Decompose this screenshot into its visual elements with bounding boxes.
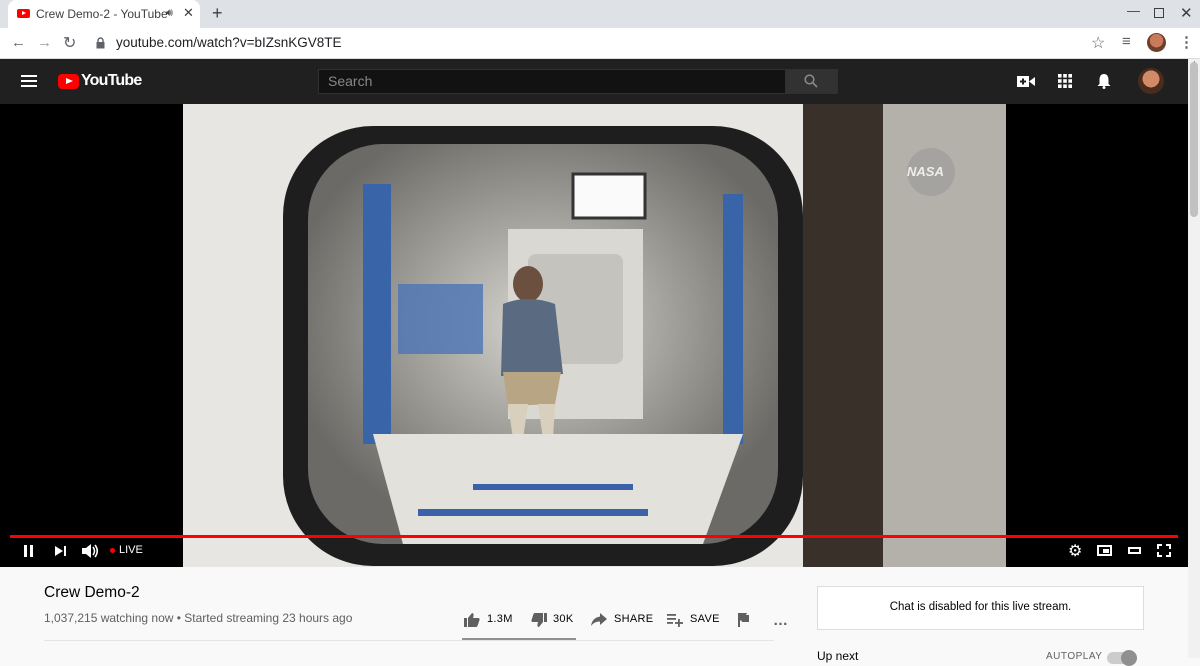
divider — [44, 640, 774, 641]
pause-icon[interactable] — [24, 545, 27, 557]
scrollbar-thumb[interactable] — [1190, 62, 1198, 217]
next-video-icon[interactable] — [55, 545, 67, 557]
hamburger-menu-icon[interactable] — [21, 75, 37, 77]
video-view-info: 1,037,215 watching now • Started streami… — [44, 611, 353, 625]
lock-icon — [96, 37, 105, 49]
search-input[interactable] — [318, 69, 786, 94]
share-button[interactable]: SHARE — [614, 613, 653, 625]
bookmark-star-icon[interactable]: ☆ — [1091, 33, 1105, 53]
url-text[interactable]: youtube.com/watch?v=bIZsnKGV8TE — [116, 35, 342, 50]
live-label[interactable]: LIVE — [119, 544, 143, 556]
youtube-logo-icon[interactable] — [58, 74, 79, 89]
video-scene-image — [183, 104, 1006, 567]
forward-icon[interactable]: → — [37, 34, 52, 51]
miniplayer-icon[interactable] — [1097, 545, 1112, 556]
settings-gear-icon[interactable]: ⚙ — [1068, 541, 1082, 561]
video-frame[interactable]: NASA — [183, 104, 1006, 567]
fullscreen-icon[interactable] — [1157, 544, 1171, 557]
live-progress-bar[interactable] — [10, 535, 1178, 538]
close-tab-icon[interactable]: ✕ — [183, 5, 194, 21]
minimize-icon[interactable]: — — [1127, 3, 1140, 18]
nasa-watermark-logo: NASA — [907, 164, 944, 179]
youtube-favicon-icon — [17, 9, 30, 18]
like-count[interactable]: 1.3M — [487, 613, 513, 625]
dislike-thumb-down-icon[interactable] — [531, 613, 547, 628]
save-button[interactable]: SAVE — [690, 613, 720, 625]
browser-menu-icon[interactable]: ⋮ — [1179, 33, 1194, 51]
autoplay-toggle[interactable] — [1107, 650, 1137, 666]
save-playlist-icon[interactable] — [667, 613, 683, 627]
autoplay-label: AUTOPLAY — [1046, 651, 1103, 662]
user-avatar[interactable] — [1138, 68, 1164, 94]
like-thumb-up-icon[interactable] — [464, 612, 480, 627]
report-flag-icon[interactable] — [738, 613, 750, 627]
volume-icon[interactable] — [82, 543, 99, 559]
search-icon — [804, 74, 818, 88]
apps-grid-icon[interactable] — [1058, 74, 1072, 88]
dislike-count[interactable]: 30K — [553, 613, 573, 625]
speaker-audio-icon[interactable]: 🔊︎ — [166, 7, 173, 20]
restore-icon[interactable] — [1154, 8, 1164, 18]
more-actions-icon[interactable]: … — [773, 612, 789, 629]
theater-mode-icon[interactable] — [1128, 547, 1141, 554]
youtube-logo-text[interactable]: YouTube — [81, 72, 142, 90]
notifications-bell-icon[interactable] — [1097, 73, 1111, 89]
chat-disabled-message: Chat is disabled for this live stream. — [889, 601, 1072, 613]
media-control-icon[interactable]: ≡ — [1122, 33, 1131, 50]
create-video-icon[interactable] — [1017, 75, 1035, 88]
search-placeholder: Search — [328, 73, 373, 89]
share-icon[interactable] — [591, 613, 607, 626]
new-tab-icon[interactable]: + — [212, 3, 223, 24]
live-dot-icon — [110, 548, 115, 553]
tab-title: Crew Demo-2 - YouTube — [36, 7, 168, 21]
browser-profile-avatar[interactable] — [1147, 33, 1166, 52]
up-next-heading: Up next — [817, 649, 859, 663]
reload-icon[interactable]: ↻ — [63, 33, 76, 53]
close-window-icon[interactable]: ✕ — [1180, 4, 1193, 22]
video-title: Crew Demo-2 — [44, 584, 140, 601]
back-icon[interactable]: ← — [11, 34, 26, 51]
